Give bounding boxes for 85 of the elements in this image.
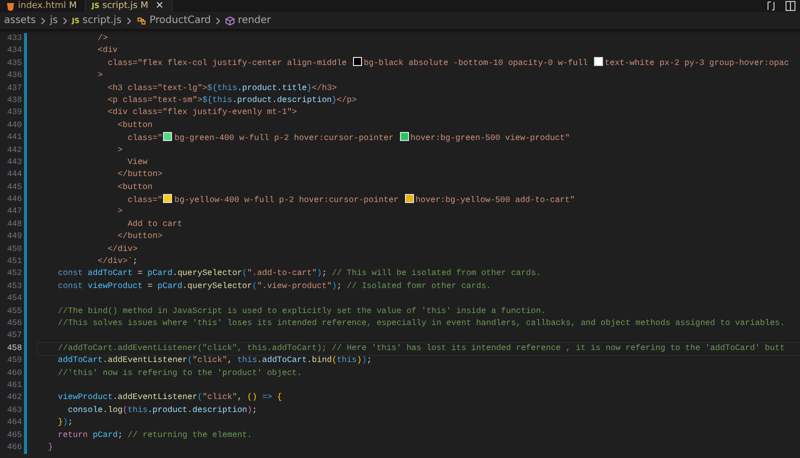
modified-label: M — [68, 0, 77, 12]
code-line: </div> — [106, 244, 139, 256]
line-number: 451 — [6, 256, 22, 268]
chevron-icon — [126, 16, 132, 24]
line-number: 447 — [6, 206, 22, 218]
code-line: > — [96, 70, 104, 82]
line-number: 452 — [6, 268, 22, 280]
line-number: 455 — [6, 306, 22, 318]
line-number: 464 — [6, 417, 22, 430]
code-line: /> — [96, 33, 109, 45]
line-number: 458 — [6, 342, 22, 355]
code-line: <div class="flex justify-evenly mt-1"> — [106, 107, 298, 120]
line-number: 442 — [6, 144, 22, 157]
line-number: 445 — [6, 182, 22, 194]
breadcrumb-item[interactable]: render — [224, 15, 271, 26]
line-number: 449 — [6, 231, 22, 244]
code-line: </button> — [116, 231, 164, 244]
code-line: <button — [116, 182, 154, 194]
code-line: <p class="text-sm">${this.product.description}</p> — [106, 94, 358, 107]
line-number: 437 — [6, 82, 22, 95]
line-number: 436 — [6, 70, 22, 82]
line-number: 444 — [6, 169, 22, 182]
breadcrumb-label: script.js — [82, 15, 122, 26]
code-line: //This solves issues where 'this' loses its intended reference, especially in event handlers, callbacks, and object methods assigned to variables. — [56, 318, 786, 330]
compare-glyph-icon — [766, 1, 777, 11]
code-line: }); — [56, 417, 74, 430]
code-line: <button — [116, 120, 154, 132]
code-line: class=" bg-yellow-400 w-full p-2 hover:cursor-pointer hover:bg-yellow-500 add-to-cart" — [126, 194, 576, 207]
line-number: 466 — [6, 442, 22, 454]
line-number: 453 — [6, 280, 22, 293]
breadcrumb-item[interactable]: ProductCard — [136, 15, 211, 26]
code-line: Add to cart — [126, 218, 184, 231]
code-line: <div — [96, 45, 119, 58]
line-number: 454 — [6, 293, 22, 306]
breadcrumb-item[interactable]: js — [50, 15, 58, 26]
line-number: 448 — [6, 218, 22, 231]
modified-label: M — [140, 0, 148, 12]
chevron-icon — [214, 16, 221, 24]
code-line: </button> — [116, 169, 164, 182]
code-line: addToCart.addEventListener("click", this.addToCart.bind(this)); — [56, 355, 373, 368]
line-number: 459 — [6, 355, 22, 368]
chevron-icon — [62, 16, 68, 24]
code-line: > — [116, 206, 124, 218]
code-line: const viewProduct = pCard.querySelector(".view-product"); // Isolated fomr other cards. — [56, 280, 492, 293]
line-number: 443 — [6, 156, 22, 169]
chevron-icon — [40, 16, 46, 24]
split-glyph-icon — [785, 1, 796, 11]
line-number: 465 — [6, 430, 22, 442]
line-number: 450 — [6, 244, 22, 256]
class-symbol-icon — [136, 16, 147, 26]
code-line: const addToCart = pCard.querySelector(".add-to-cart"); // This will be isolated from other cards. — [56, 268, 542, 280]
line-number: 434 — [6, 45, 22, 58]
line-number: 463 — [6, 404, 22, 417]
line-number: 441 — [6, 132, 22, 144]
line-number: 460 — [6, 368, 22, 380]
code-line: class=" bg-green-400 w-full p-2 hover:cursor-pointer hover:bg-green-500 view-product" — [126, 132, 571, 145]
code-line: console.log(this.product.description); — [66, 404, 258, 417]
tab-label: script.js — [102, 0, 138, 12]
code-line: //addToCart.addEventListener("click", this.addToCart); // Here 'this' has lost its intended reference , it is now refering to the 'addToCard' butt — [38, 342, 800, 356]
line-number: 440 — [6, 120, 22, 132]
code-line: } — [46, 442, 54, 454]
breadcrumb-item[interactable]: assets — [4, 15, 36, 26]
code-line: <h3 class="text-lg">${this.product.title}</h3> — [106, 82, 338, 95]
close-icon[interactable]: × — [155, 0, 164, 12]
line-number: 461 — [6, 380, 22, 392]
line-number: 439 — [6, 107, 22, 120]
code-line: </div>`; — [96, 256, 139, 268]
line-number: 457 — [6, 330, 22, 342]
line-number: 462 — [6, 392, 22, 404]
line-number: 456 — [6, 318, 22, 330]
line-number: 438 — [6, 94, 22, 107]
line-number: 435 — [6, 58, 22, 70]
code-line: return pCard; // returning the element. — [56, 430, 254, 442]
breadcrumb-label: ProductCard — [150, 15, 211, 26]
code-line: View — [126, 156, 149, 169]
tab-label: index.html — [18, 0, 66, 12]
code-line: //'this' now is refering to the 'product' object. — [56, 368, 303, 380]
code-line: > — [116, 144, 124, 157]
breadcrumb-label: render — [238, 15, 271, 26]
code-line: //The bind() method in JavaScript is used to explicitly set the value of 'this' inside a function. — [56, 306, 547, 318]
line-number: 446 — [6, 194, 22, 206]
code-line: class="flex flex-col justify-center align-middle bg-black absolute -bottom-10 opacity-0 w-full text-white px-2 py-3 group-hover:opac — [106, 57, 790, 70]
cube-icon — [224, 16, 235, 26]
line-number: 433 — [6, 33, 22, 45]
code-line: viewProduct.addEventListener("click", () => { — [56, 392, 284, 404]
